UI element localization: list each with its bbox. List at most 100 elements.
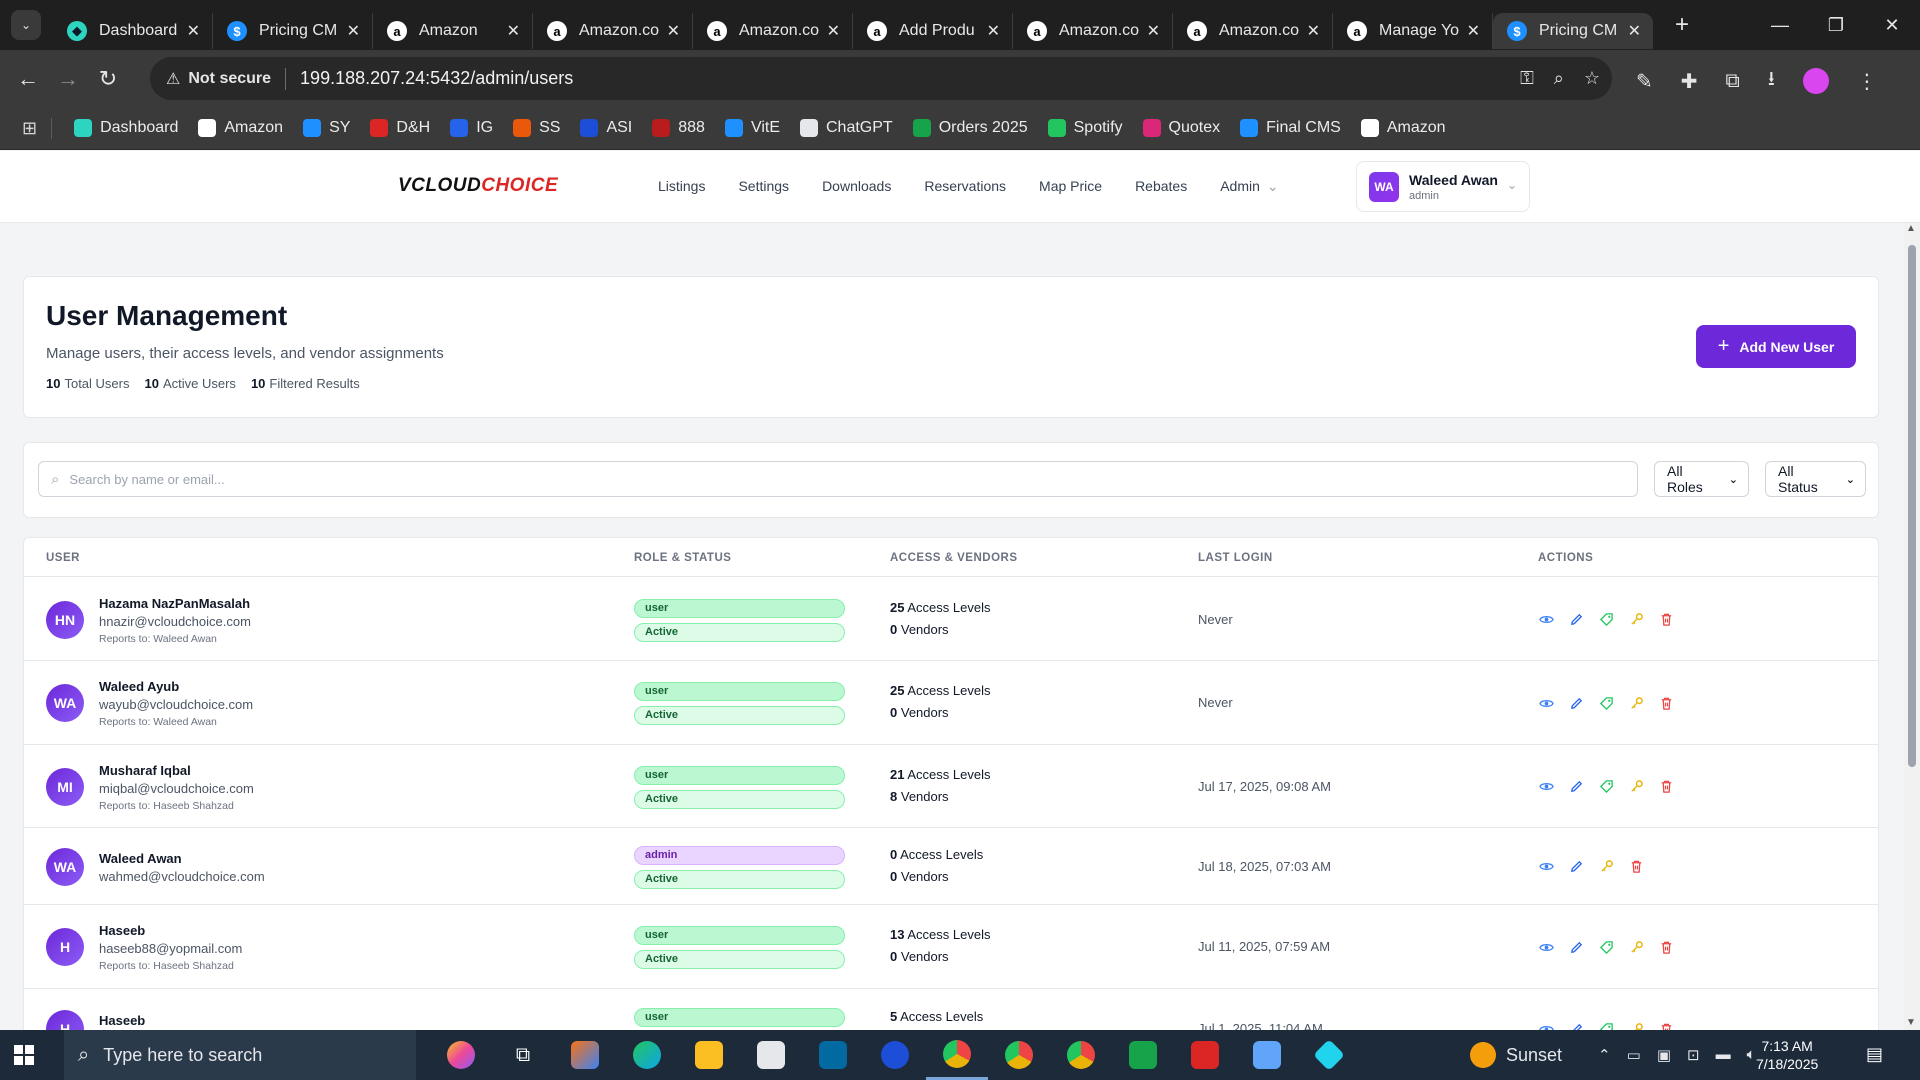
- tag-icon[interactable]: [1598, 695, 1614, 711]
- reload-button[interactable]: ↻: [88, 66, 128, 92]
- user-name[interactable]: Musharaf Iqbal: [99, 763, 191, 778]
- nav-link-admin[interactable]: Admin: [1220, 178, 1260, 195]
- outlook-app-icon[interactable]: [802, 1030, 864, 1080]
- office-app-icon[interactable]: [554, 1030, 616, 1080]
- close-icon[interactable]: ✕: [1467, 21, 1480, 41]
- user-menu[interactable]: WA Waleed Awan admin ⌄: [1356, 161, 1530, 212]
- maximize-button[interactable]: ❐: [1808, 0, 1864, 50]
- bookmark-item[interactable]: ASI: [580, 119, 632, 137]
- bookmark-item[interactable]: SS: [513, 119, 560, 137]
- status-filter-select[interactable]: All Status ⌄: [1765, 461, 1866, 497]
- tab-search-button[interactable]: ⌄: [11, 10, 41, 40]
- tag-icon[interactable]: [1598, 939, 1614, 955]
- close-icon[interactable]: ✕: [1307, 21, 1320, 41]
- key-icon[interactable]: [1628, 612, 1644, 628]
- bookmark-item[interactable]: Orders 2025: [912, 119, 1028, 137]
- tag-icon[interactable]: [1598, 1021, 1614, 1030]
- store-app-icon[interactable]: [740, 1030, 802, 1080]
- close-icon[interactable]: ✕: [347, 21, 360, 41]
- user-name[interactable]: Waleed Ayub: [99, 679, 179, 694]
- edit-icon[interactable]: [1568, 939, 1584, 955]
- trash-icon[interactable]: [1658, 612, 1674, 628]
- user-name[interactable]: Waleed Awan: [99, 851, 182, 866]
- role-filter-select[interactable]: All Roles ⌄: [1654, 461, 1749, 497]
- view-icon[interactable]: [1538, 612, 1554, 628]
- close-icon[interactable]: ✕: [1147, 21, 1160, 41]
- trash-icon[interactable]: [1658, 779, 1674, 795]
- edit-icon[interactable]: [1568, 859, 1584, 875]
- close-icon[interactable]: ✕: [667, 21, 680, 41]
- key-icon[interactable]: [1628, 779, 1644, 795]
- app-logo[interactable]: VCLOUDCHOICE: [398, 175, 558, 197]
- close-icon[interactable]: ✕: [827, 21, 840, 41]
- weather-label[interactable]: Sunset: [1506, 1045, 1562, 1066]
- file-explorer-icon[interactable]: [678, 1030, 740, 1080]
- bookmark-item[interactable]: Spotify: [1047, 119, 1123, 137]
- bookmark-item[interactable]: VitE: [724, 119, 780, 137]
- page-scrollbar[interactable]: ▲ ▼: [1904, 223, 1920, 1030]
- password-key-icon[interactable]: ⚿: [1520, 68, 1534, 89]
- omnibox[interactable]: ⚠ Not secure 199.188.207.24:5432/admin/u…: [150, 57, 1612, 100]
- bookmark-item[interactable]: Final CMS: [1240, 119, 1341, 137]
- edit-icon[interactable]: [1568, 779, 1584, 795]
- nav-link-listings[interactable]: Listings: [658, 178, 705, 195]
- close-icon[interactable]: ✕: [1628, 21, 1641, 41]
- forward-button[interactable]: →: [48, 66, 88, 92]
- view-icon[interactable]: [1538, 859, 1554, 875]
- start-button[interactable]: [0, 1030, 48, 1080]
- profile-avatar[interactable]: [1802, 68, 1829, 94]
- download-icon[interactable]: ⭳: [1768, 64, 1775, 98]
- key-icon[interactable]: [1628, 939, 1644, 955]
- nav-link-settings[interactable]: Settings: [738, 178, 789, 195]
- bookmark-item[interactable]: Amazon: [198, 119, 283, 137]
- browser-tab[interactable]: a Amazon ✕: [373, 13, 533, 49]
- bookmark-star-icon[interactable]: ☆: [1584, 68, 1600, 89]
- edit-icon[interactable]: [1568, 695, 1584, 711]
- browser-tab[interactable]: a Amazon.co ✕: [1173, 13, 1333, 49]
- new-tab-button[interactable]: +: [1675, 11, 1689, 39]
- add-new-user-button[interactable]: + Add New User: [1696, 325, 1856, 368]
- close-icon[interactable]: ✕: [987, 21, 1000, 41]
- key-icon[interactable]: [1628, 1021, 1644, 1030]
- scroll-up-arrow[interactable]: ▲: [1906, 223, 1916, 234]
- bookmark-item[interactable]: Amazon: [1360, 119, 1446, 137]
- search-field[interactable]: ⌕: [38, 461, 1638, 497]
- bookmark-item[interactable]: Quotex: [1142, 119, 1220, 137]
- extensions-icon[interactable]: ⧉: [1726, 70, 1740, 93]
- user-name[interactable]: Hazama NazPanMasalah: [99, 596, 250, 611]
- excel-app-icon[interactable]: [1112, 1030, 1174, 1080]
- key-icon[interactable]: [1598, 859, 1614, 875]
- nav-link-reservations[interactable]: Reservations: [924, 178, 1006, 195]
- view-icon[interactable]: [1538, 1021, 1554, 1030]
- extension-feather-icon[interactable]: ✎: [1636, 69, 1653, 94]
- taskbar-search[interactable]: ⌕ Type here to search: [64, 1030, 416, 1080]
- network-icon[interactable]: ▭: [1627, 1046, 1641, 1064]
- chrome-profile-2-app-icon[interactable]: [1050, 1030, 1112, 1080]
- browser-tab[interactable]: a Manage Yo ✕: [1333, 13, 1493, 49]
- copilot-app-icon[interactable]: [430, 1030, 492, 1080]
- app-diamond-icon[interactable]: [1298, 1030, 1360, 1080]
- nav-link-downloads[interactable]: Downloads: [822, 178, 891, 195]
- browser-tab[interactable]: $ Pricing CM ✕: [1493, 13, 1653, 49]
- minimize-button[interactable]: —: [1752, 0, 1808, 50]
- browser-tab[interactable]: a Amazon.co ✕: [533, 13, 693, 49]
- chrome-profile-app-icon[interactable]: [988, 1030, 1050, 1080]
- browser-menu-icon[interactable]: ⋮: [1857, 69, 1877, 94]
- key-icon[interactable]: [1628, 695, 1644, 711]
- system-clock[interactable]: 7:13 AM 7/18/2025: [1756, 1037, 1818, 1073]
- extension-puzzle-badge-icon[interactable]: ✚: [1681, 69, 1698, 94]
- trash-icon[interactable]: [1658, 939, 1674, 955]
- trash-icon[interactable]: [1658, 695, 1674, 711]
- view-icon[interactable]: [1538, 779, 1554, 795]
- user-name[interactable]: Haseeb: [99, 923, 145, 938]
- browser-tab[interactable]: a Add Produ ✕: [853, 13, 1013, 49]
- bookmark-item[interactable]: Dashboard: [74, 119, 178, 137]
- tag-icon[interactable]: [1598, 779, 1614, 795]
- close-icon[interactable]: ✕: [507, 21, 520, 41]
- trash-icon[interactable]: [1658, 1021, 1674, 1030]
- user-name[interactable]: Haseeb: [99, 1013, 145, 1028]
- filezilla-app-icon[interactable]: [1174, 1030, 1236, 1080]
- close-icon[interactable]: ✕: [187, 21, 200, 41]
- bookmark-item[interactable]: ChatGPT: [800, 119, 893, 137]
- edit-icon[interactable]: [1568, 1021, 1584, 1030]
